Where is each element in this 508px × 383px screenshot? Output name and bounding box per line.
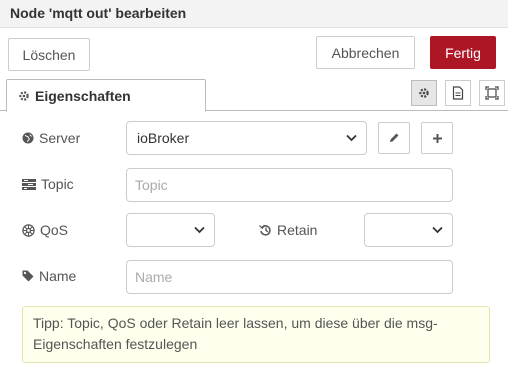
dialog-titlebar: Node 'mqtt out' bearbeiten	[0, 0, 508, 28]
button-bar: Löschen Abbrechen Fertig	[0, 28, 508, 76]
add-server-button[interactable]	[421, 122, 453, 154]
done-button[interactable]: Fertig	[430, 36, 496, 69]
name-input[interactable]	[126, 260, 453, 294]
appearance-icon	[485, 86, 499, 100]
topic-label-text: Topic	[41, 176, 74, 192]
topic-input[interactable]	[126, 168, 453, 202]
delete-button[interactable]: Löschen	[8, 38, 90, 71]
name-label: Name	[22, 268, 76, 284]
gear-icon	[19, 90, 29, 101]
cancel-button[interactable]: Abbrechen	[316, 36, 415, 69]
name-label-text: Name	[39, 268, 77, 284]
tasks-icon	[22, 178, 36, 190]
chevron-down-icon	[194, 226, 205, 234]
plus-icon	[432, 133, 442, 143]
chevron-down-icon	[432, 226, 443, 234]
tab-properties-label: Eigenschaften	[35, 87, 131, 104]
qos-label: QoS	[22, 222, 68, 238]
tip-text: Tipp: Topic, QoS oder Retain leer lassen…	[33, 315, 438, 352]
tab-settings[interactable]	[411, 80, 437, 106]
pencil-icon	[390, 133, 399, 142]
tab-description[interactable]	[445, 80, 471, 106]
retain-select[interactable]	[364, 213, 453, 247]
qos-label-text: QoS	[40, 222, 69, 238]
topic-label: Topic	[22, 176, 74, 192]
globe-icon	[22, 132, 34, 144]
server-label: Server	[22, 130, 80, 146]
qos-select[interactable]	[126, 213, 215, 247]
server-label-text: Server	[39, 130, 81, 146]
dialog-title: Node 'mqtt out' bearbeiten	[10, 5, 187, 21]
server-select-value: ioBroker	[137, 130, 190, 146]
server-select[interactable]: ioBroker	[126, 121, 367, 155]
retain-label-text: Retain	[277, 222, 318, 238]
tab-bar: Eigenschaften	[0, 76, 508, 112]
tag-icon	[22, 270, 34, 282]
history-icon	[259, 224, 271, 236]
tab-appearance[interactable]	[479, 80, 505, 106]
tab-properties[interactable]: Eigenschaften	[6, 79, 206, 112]
retain-label: Retain	[259, 222, 317, 238]
gear-icon	[419, 88, 429, 98]
description-icon	[452, 86, 464, 100]
chevron-down-icon	[346, 134, 357, 142]
empire-icon	[22, 223, 35, 237]
edit-server-button[interactable]	[378, 122, 410, 154]
tip-box: Tipp: Topic, QoS oder Retain leer lassen…	[22, 306, 490, 363]
